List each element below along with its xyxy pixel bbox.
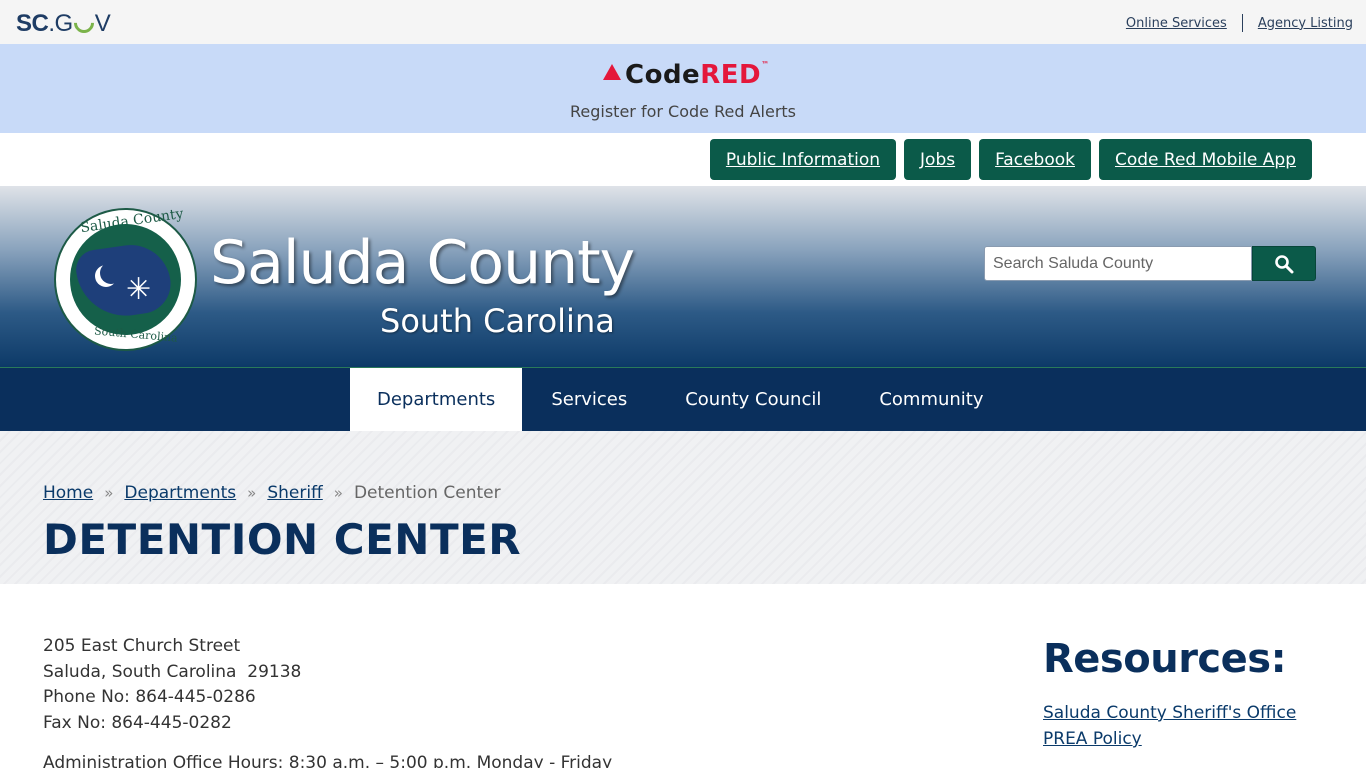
breadcrumb-current: Detention Center <box>353 483 501 503</box>
resources-heading: Resources: <box>1043 636 1287 682</box>
site-header: Saluda County ✳ South Carolina Saluda Co… <box>0 186 1366 367</box>
page-title: DETENTION CENTER <box>43 515 522 564</box>
codered-banner[interactable]: Code RED ™ Register for Code Red Alerts <box>0 44 1366 133</box>
codered-logo-tm: ™ <box>761 60 770 69</box>
nav-services[interactable]: Services <box>522 368 656 431</box>
sc-gov-logo-v: V <box>94 10 111 37</box>
codered-triangle-icon <box>603 64 621 80</box>
codered-register-text[interactable]: Register for Code Red Alerts <box>0 102 1366 121</box>
facebook-button[interactable]: Facebook <box>979 139 1091 180</box>
nav-county-council[interactable]: County Council <box>656 368 850 431</box>
search-input[interactable] <box>984 246 1252 281</box>
breadcrumb: Home » Departments » Sheriff » Detention… <box>43 483 501 503</box>
sc-gov-logo-g: G <box>54 10 74 37</box>
search-icon <box>1275 254 1294 273</box>
breadcrumb-home[interactable]: Home <box>43 483 93 503</box>
palmetto-tree-icon: ✳ <box>126 272 152 307</box>
online-services-link[interactable]: Online Services <box>1126 16 1227 31</box>
site-search <box>984 246 1316 281</box>
state-shape-icon <box>73 239 175 323</box>
codered-logo[interactable]: Code RED ™ <box>603 60 770 90</box>
public-information-button[interactable]: Public Information <box>709 139 897 180</box>
fax-number: Fax No: 864-445-0282 <box>43 713 232 734</box>
page-title-band: Home » Departments » Sheriff » Detention… <box>0 431 1366 584</box>
seal-inner: ✳ <box>70 224 181 335</box>
prea-policy-link[interactable]: PREA Policy <box>1043 726 1296 752</box>
jobs-button[interactable]: Jobs <box>904 139 972 180</box>
site-subtitle: South Carolina <box>380 302 615 340</box>
codered-logo-code: Code <box>625 60 701 90</box>
search-button[interactable] <box>1252 246 1316 281</box>
moon-icon <box>69 8 98 38</box>
sc-gov-logo[interactable]: SC.G V <box>16 8 111 38</box>
sc-gov-links: Online Services Agency Listing <box>1126 14 1353 32</box>
seal-bottom-text: South Carolina <box>93 324 179 345</box>
breadcrumb-separator: » <box>104 484 114 502</box>
address-street: 205 East Church Street <box>43 636 241 656</box>
breadcrumb-separator: » <box>333 484 343 502</box>
county-seal-logo[interactable]: Saluda County ✳ South Carolina <box>54 206 197 351</box>
sc-gov-logo-sc: SC <box>16 10 49 37</box>
agency-listing-link[interactable]: Agency Listing <box>1258 16 1353 31</box>
phone-number: Phone No: 864-445-0286 <box>43 687 256 708</box>
office-hours: Administration Office Hours: 8:30 a.m. –… <box>43 753 613 768</box>
main-nav-items: Departments Services County Council Comm… <box>350 368 1013 431</box>
quick-links: Public Information Jobs Facebook Code Re… <box>709 139 1312 180</box>
nav-community[interactable]: Community <box>850 368 1012 431</box>
main-nav: Departments Services County Council Comm… <box>0 367 1366 431</box>
crescent-moon-icon <box>100 262 122 284</box>
breadcrumb-departments[interactable]: Departments <box>124 483 236 503</box>
codered-logo-red: RED <box>700 60 762 90</box>
address-city: Saluda, South Carolina 29138 <box>43 661 302 682</box>
address-block: 205 East Church Street Saluda, South Car… <box>43 634 301 737</box>
sheriffs-office-link[interactable]: Saluda County Sheriff's Office <box>1043 700 1296 726</box>
nav-departments[interactable]: Departments <box>350 368 523 431</box>
link-divider <box>1241 14 1243 32</box>
resources-list: Saluda County Sheriff's Office PREA Poli… <box>1043 700 1296 752</box>
site-title[interactable]: Saluda County <box>210 228 635 298</box>
breadcrumb-sheriff[interactable]: Sheriff <box>267 483 322 503</box>
sc-gov-topbar: SC.G V Online Services Agency Listing <box>0 0 1366 44</box>
code-red-mobile-app-button[interactable]: Code Red Mobile App <box>1098 139 1312 180</box>
breadcrumb-separator: » <box>247 484 257 502</box>
